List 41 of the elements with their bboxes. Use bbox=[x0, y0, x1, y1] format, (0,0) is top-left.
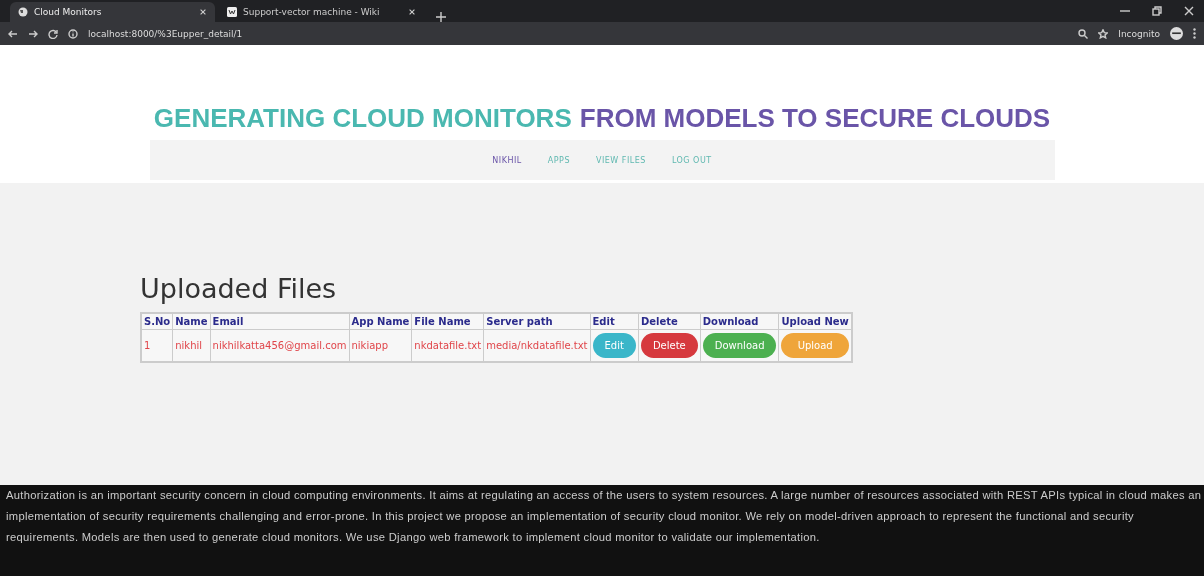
back-arrow-icon[interactable] bbox=[8, 28, 18, 39]
info-icon[interactable] bbox=[68, 28, 78, 39]
action-button[interactable]: Edit bbox=[592, 333, 636, 358]
profile-label: Incognito bbox=[1118, 28, 1160, 39]
table-cell: nikiapp bbox=[349, 329, 412, 362]
column-header: Email bbox=[210, 313, 349, 330]
menu-icon[interactable] bbox=[1193, 28, 1196, 39]
browser-tab[interactable]: Support-vector machine - Wiki bbox=[219, 2, 424, 22]
action-button[interactable]: Delete bbox=[640, 333, 698, 358]
column-header: App Name bbox=[349, 313, 412, 330]
column-header: Download bbox=[700, 313, 779, 330]
search-icon[interactable] bbox=[1078, 28, 1089, 39]
reload-icon[interactable] bbox=[48, 28, 58, 39]
action-button[interactable]: Download bbox=[702, 333, 777, 358]
close-icon[interactable] bbox=[1184, 6, 1194, 16]
nav-link[interactable]: APPS bbox=[547, 155, 570, 165]
restore-icon[interactable] bbox=[1152, 6, 1162, 16]
close-tab-icon[interactable] bbox=[408, 8, 416, 16]
close-tab-icon[interactable] bbox=[199, 8, 207, 16]
star-icon[interactable] bbox=[1098, 28, 1109, 39]
column-header: Name bbox=[172, 313, 211, 330]
site-title: GENERATING CLOUD MONITORS bbox=[153, 103, 572, 134]
table-cell: nikhilkatta456@gmail.com bbox=[210, 329, 349, 362]
address-field[interactable]: localhost:8000/%3Eupper_detail/1 bbox=[88, 28, 1069, 39]
page-icon bbox=[227, 7, 237, 17]
globe-icon bbox=[18, 7, 28, 17]
browser-tab[interactable]: Cloud Monitors bbox=[10, 2, 215, 22]
column-header: Server path bbox=[483, 313, 591, 330]
site-title: FROM MODELS TO SECURE CLOUDS bbox=[579, 103, 1051, 134]
column-header: Delete bbox=[638, 313, 701, 330]
new-tab-icon[interactable] bbox=[436, 12, 446, 22]
page-heading: Uploaded Files bbox=[140, 273, 338, 304]
nav-link[interactable]: VIEW FILES bbox=[596, 155, 646, 165]
column-header: Edit bbox=[590, 313, 639, 330]
forward-arrow-icon[interactable] bbox=[28, 28, 38, 39]
nav-link[interactable]: LOG OUT bbox=[671, 155, 712, 165]
column-header: File Name bbox=[411, 313, 484, 330]
nav-link[interactable]: NIKHIL bbox=[492, 155, 522, 165]
column-header: S.No bbox=[141, 313, 173, 330]
action-button[interactable]: Upload bbox=[781, 333, 849, 358]
footer-text: Authorization is an important security concern in cloud computing environments. It aims at regulating an access of the users to system resources. A large number of resources associated with REST APIs typical in cloud makes an implementation of security requirements challenging and error-prone. In this project we propose an implementation of security cloud monitor. We rely on model-driven approach to represent the functional and security requirements. Models are then used to generate cloud monitors. We use Django web framework to implement cloud monitor to validate our implementation. bbox=[0, 485, 1204, 576]
